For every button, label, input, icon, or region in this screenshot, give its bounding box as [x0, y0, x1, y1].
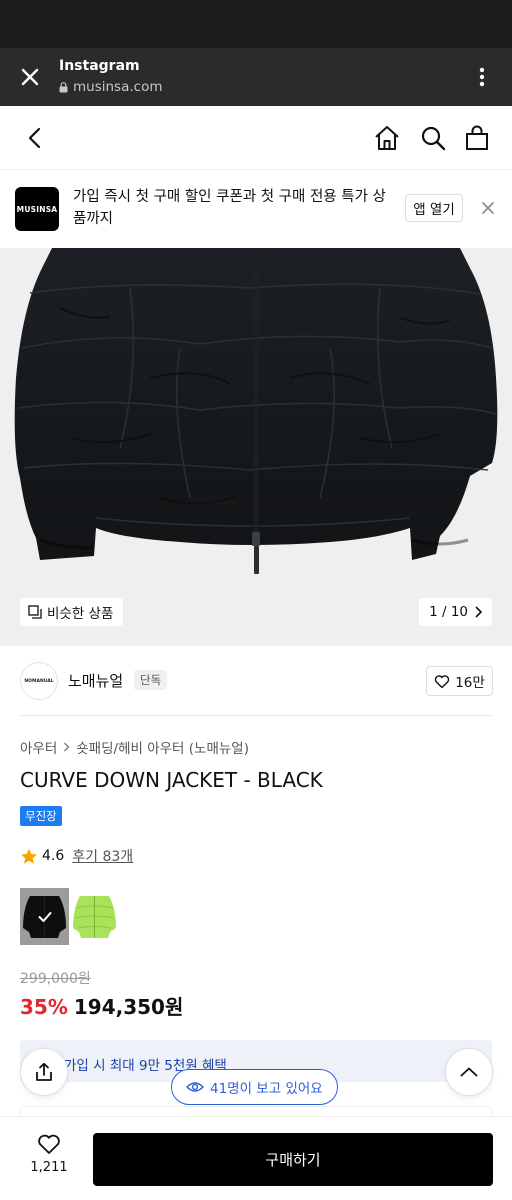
close-icon[interactable] [480, 200, 496, 216]
price-row: 35% 194,350원 [20, 991, 183, 1020]
color-option-black[interactable] [20, 888, 69, 945]
product-image-gallery[interactable]: 비슷한 상품 1 / 10 [0, 248, 512, 646]
star-icon [21, 848, 37, 864]
rating: 4.6 후기 83개 [20, 846, 133, 866]
check-icon [38, 911, 51, 922]
search-icon[interactable] [419, 124, 447, 152]
chevron-up-icon [460, 1067, 478, 1077]
similar-products-button[interactable]: 비슷한 상품 [20, 598, 124, 626]
brand-like-button[interactable]: 16만 [426, 666, 493, 696]
buy-button[interactable]: 구매하기 [93, 1133, 493, 1186]
share-icon [36, 1062, 52, 1081]
sale-price: 194,350원 [73, 995, 184, 1019]
more-vertical-icon[interactable] [470, 65, 494, 89]
browser-title: Instagram [59, 58, 140, 74]
home-icon[interactable] [373, 124, 401, 152]
brand-row: NOMANUAL 노매뉴얼 단독 16만 [0, 646, 512, 716]
color-options [20, 888, 119, 945]
similar-items-icon [28, 605, 42, 619]
product-image [14, 248, 498, 574]
app-promo-banner: MUSINSA 가입 즉시 첫 구매 할인 쿠폰과 첫 구매 전용 특가 상품까… [0, 170, 512, 248]
review-link[interactable]: 후기 83개 [72, 846, 133, 866]
bottom-action-bar: 1,211 구매하기 [0, 1116, 512, 1200]
discount-rate: 35% [20, 995, 68, 1019]
rating-score: 4.6 [42, 848, 65, 864]
lime-jacket-thumbnail [70, 888, 119, 945]
color-option-lime[interactable] [70, 888, 119, 945]
viewers-text: 41명이 보고 있어요 [210, 1081, 323, 1097]
heart-icon [38, 1134, 60, 1154]
image-pager[interactable]: 1 / 10 [419, 598, 492, 626]
exclusive-badge: 단독 [134, 670, 168, 690]
pager-text: 1 / 10 [429, 604, 468, 620]
chevron-right-icon [64, 742, 70, 752]
viewers-count-pill: 41명이 보고 있어요 [171, 1069, 338, 1105]
shipping-badge: 무진장 [20, 806, 62, 826]
promo-text: 가입 즉시 첫 구매 할인 쿠폰과 첫 구매 전용 특가 상품까지 [73, 189, 386, 227]
divider [20, 715, 492, 716]
breadcrumb-item[interactable]: 숏패딩/헤비 아우터 (노매뉴얼) [76, 737, 249, 757]
site-header [0, 106, 512, 170]
brand-logo[interactable]: NOMANUAL [20, 662, 58, 700]
open-app-button[interactable]: 앱 열기 [405, 194, 463, 222]
eye-icon [186, 1082, 204, 1092]
musinsa-logo: MUSINSA [15, 187, 59, 231]
brand-like-count: 16만 [455, 675, 485, 691]
heart-icon [434, 674, 450, 688]
breadcrumb: 아우터 숏패딩/헤비 아우터 (노매뉴얼) [20, 737, 249, 757]
url-text: musinsa.com [73, 79, 163, 95]
product-title: CURVE DOWN JACKET - BLACK [20, 768, 323, 792]
back-icon[interactable] [22, 125, 48, 151]
browser-url: musinsa.com [59, 79, 162, 95]
shopping-bag-icon[interactable] [463, 124, 491, 152]
selected-overlay [20, 888, 69, 945]
original-price: 299,000원 [20, 971, 91, 987]
chevron-right-icon [475, 606, 482, 618]
system-status-bar [0, 0, 512, 48]
product-like-button[interactable]: 1,211 [28, 1133, 70, 1175]
product-like-count: 1,211 [30, 1160, 68, 1175]
in-app-browser-bar: Instagram musinsa.com [0, 48, 512, 106]
similar-products-label: 비슷한 상품 [47, 606, 114, 622]
scroll-top-button[interactable] [445, 1048, 493, 1096]
breadcrumb-item[interactable]: 아우터 [20, 737, 57, 757]
lock-icon [59, 81, 68, 92]
brand-name[interactable]: 노매뉴얼 [68, 670, 123, 691]
close-icon[interactable] [18, 65, 42, 89]
share-button[interactable] [20, 1048, 68, 1096]
